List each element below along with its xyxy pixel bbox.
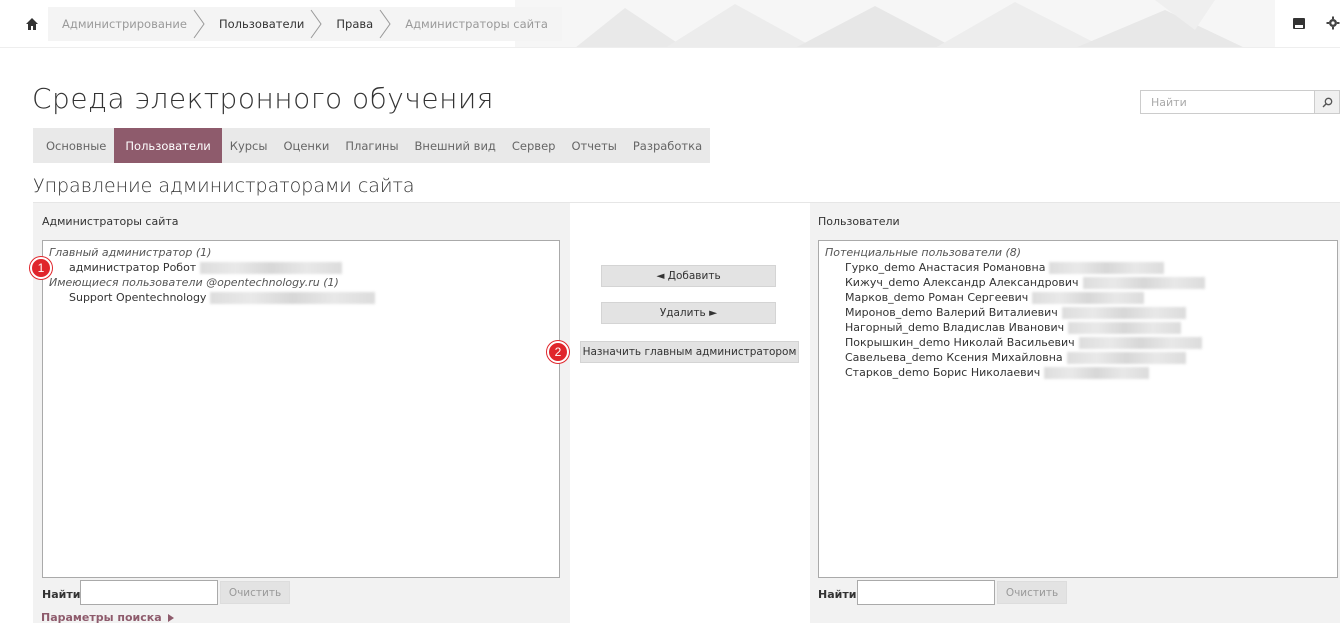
redacted-email	[1068, 321, 1182, 334]
list-item-label: Гурко_demo Анастасия Романовна	[845, 261, 1046, 274]
navbar-decoration	[515, 0, 1275, 47]
list-item-label: Support Opentechnology	[69, 291, 207, 304]
redacted-email	[1061, 306, 1186, 319]
admins-search-input[interactable]	[80, 580, 218, 605]
list-item[interactable]: Миронов_demo Валерий Виталиевич	[825, 305, 1331, 320]
list-item-label: Савельева_demo Ксения Михайловна	[845, 351, 1063, 364]
redacted-email	[200, 261, 343, 274]
list-item-label: Старков_demo Борис Николаевич	[845, 366, 1041, 379]
search-icon[interactable]	[1315, 90, 1340, 114]
users-listbox[interactable]: Потенциальные пользователи (8) Гурко_dem…	[818, 240, 1338, 578]
admins-panel-label: Администраторы сайта	[42, 215, 179, 228]
breadcrumb-item[interactable]: Права	[322, 17, 379, 31]
tab-6[interactable]: Внешний вид	[407, 128, 504, 163]
admin-tabs: Основные Пользователи Курсы Оценки Плагины Вн…	[33, 128, 711, 163]
redacted-email	[1032, 291, 1145, 304]
redacted-email	[1082, 276, 1205, 289]
list-item[interactable]: администратор Робот	[49, 260, 553, 275]
tab-2[interactable]: Пользователи	[114, 128, 222, 163]
tab-9[interactable]: Разработка	[625, 128, 710, 163]
tab-4[interactable]: Оценки	[275, 128, 337, 163]
users-panel-label: Пользователи	[818, 215, 900, 228]
list-item-label: Нагорный_demo Владислав Иванович	[845, 321, 1065, 334]
chevron-right-icon	[379, 7, 391, 41]
redacted-email	[1066, 351, 1186, 364]
tab-1[interactable]: Основные	[33, 128, 114, 163]
list-item[interactable]: Кижуч_demo Александр Александрович	[825, 275, 1331, 290]
list-item[interactable]: Савельева_demo Ксения Михайловна	[825, 350, 1331, 365]
list-item[interactable]: Покрышкин_demo Николай Васильевич	[825, 335, 1331, 350]
breadcrumb-item[interactable]: Администрирование	[48, 17, 193, 31]
site-search-input[interactable]	[1140, 90, 1315, 114]
list-item-label: Кижуч_demo Александр Александрович	[845, 276, 1079, 289]
tab-5[interactable]: Плагины	[337, 128, 406, 163]
tab-7[interactable]: Сервер	[504, 128, 564, 163]
listbox-group-label: Главный администратор (1)	[49, 246, 212, 259]
list-item-label: Миронов_demo Валерий Виталиевич	[845, 306, 1058, 319]
list-item[interactable]: Марков_demo Роман Сергеевич	[825, 290, 1331, 305]
search-params-label: Параметры поиска	[41, 611, 162, 623]
save-icon[interactable]	[1292, 16, 1308, 32]
breadcrumb-item[interactable]: Администраторы сайта	[391, 17, 554, 31]
list-item[interactable]: Нагорный_demo Владислав Иванович	[825, 320, 1331, 335]
users-panel: Пользователи Потенциальные пользователи …	[810, 203, 1340, 623]
remove-button[interactable]: Удалить ►	[601, 302, 776, 324]
admins-panel: Администраторы сайта Главный администрат…	[33, 203, 570, 623]
redacted-email	[210, 291, 376, 304]
add-button[interactable]: ◄ Добавить	[601, 265, 776, 287]
top-navbar: Администрирование Пользователи Права Админи…	[0, 0, 1340, 48]
home-icon[interactable]	[22, 14, 42, 34]
chevron-right-icon	[193, 7, 205, 41]
annotation-marker-1: 1	[30, 257, 52, 279]
admins-find-label: Найти	[42, 588, 81, 601]
search-params-link[interactable]: Параметры поиска	[41, 611, 174, 623]
users-search-input[interactable]	[857, 580, 995, 605]
caret-right-icon	[167, 613, 174, 622]
make-main-admin-button[interactable]: Назначить главным администратором	[580, 341, 799, 363]
list-item-label: Марков_demo Роман Сергеевич	[845, 291, 1029, 304]
users-find-label: Найти	[818, 588, 857, 601]
redacted-email	[1078, 336, 1202, 349]
breadcrumb-item[interactable]: Пользователи	[205, 17, 310, 31]
list-item-label: администратор Робот	[69, 261, 197, 274]
list-item[interactable]: Старков_demo Борис Николаевич	[825, 365, 1331, 380]
admins-listbox[interactable]: Главный администратор (1) администратор …	[42, 240, 560, 578]
users-clear-button[interactable]: Очистить	[997, 581, 1067, 604]
redacted-email	[1044, 366, 1150, 379]
list-item[interactable]: Support Opentechnology	[49, 290, 553, 305]
section-title: Управление администраторами сайта	[33, 175, 415, 197]
tab-8[interactable]: Отчеты	[563, 128, 624, 163]
gear-icon[interactable]	[1326, 16, 1340, 32]
listbox-group-label: Имеющиеся пользователи @opentechnology.r…	[49, 276, 339, 289]
redacted-email	[1049, 261, 1165, 274]
tab-3[interactable]: Курсы	[222, 128, 276, 163]
breadcrumb: Администрирование Пользователи Права Админи…	[48, 7, 562, 41]
site-title: Среда электронного обучения	[32, 82, 494, 115]
list-item-label: Покрышкин_demo Николай Васильевич	[845, 336, 1075, 349]
chevron-right-icon	[310, 7, 322, 41]
annotation-marker-2: 2	[547, 341, 569, 363]
admins-clear-button[interactable]: Очистить	[220, 581, 290, 604]
list-item[interactable]: Гурко_demo Анастасия Романовна	[825, 260, 1331, 275]
listbox-group-label: Потенциальные пользователи (8)	[825, 246, 1022, 259]
